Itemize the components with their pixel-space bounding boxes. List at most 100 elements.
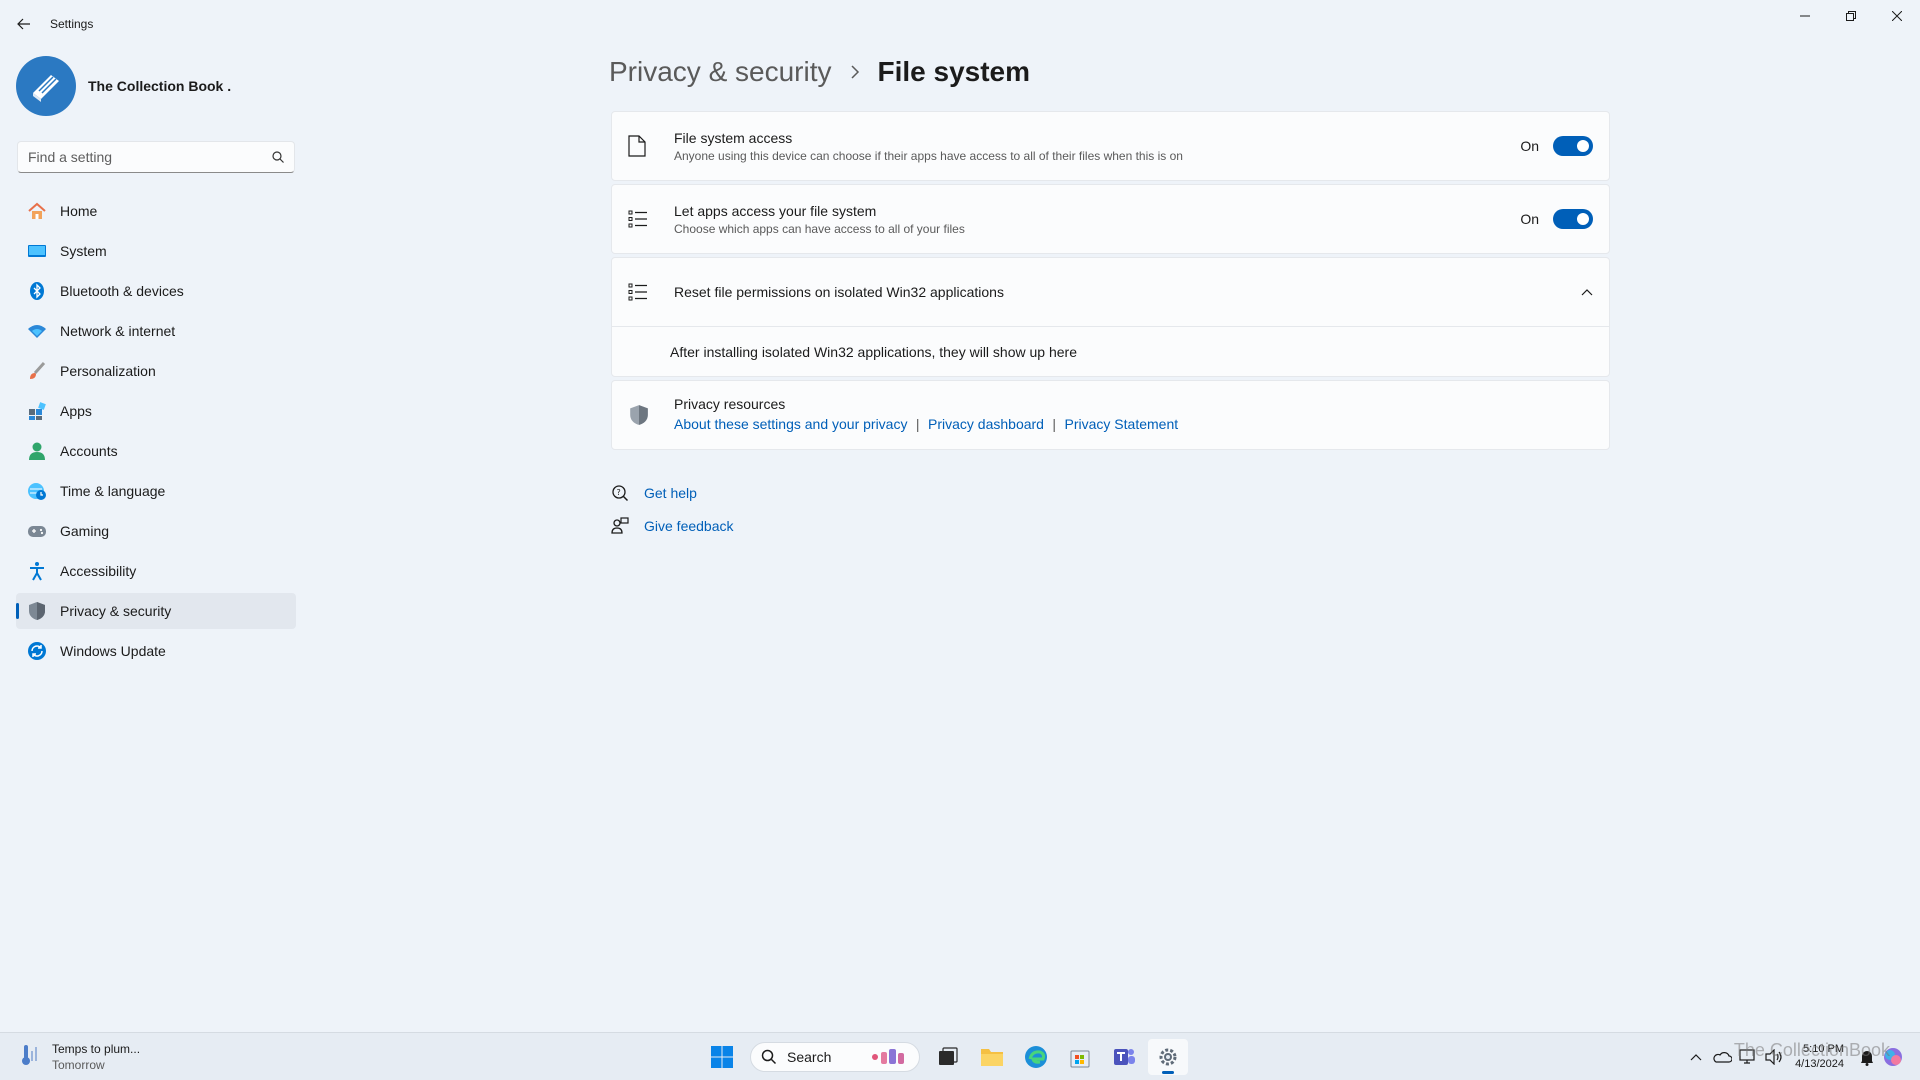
bluetooth-icon <box>26 280 48 302</box>
sidebar-item-windows-update[interactable]: Windows Update <box>16 633 296 669</box>
teams-button[interactable] <box>1104 1039 1144 1075</box>
setting-description: Anyone using this device can choose if t… <box>674 148 1183 163</box>
onedrive-icon[interactable] <box>1711 1039 1733 1075</box>
update-icon <box>26 640 48 662</box>
apps-icon <box>26 400 48 422</box>
globe-clock-icon <box>26 480 48 502</box>
search-icon <box>761 1049 777 1065</box>
feedback-icon <box>610 516 630 536</box>
restore-button[interactable] <box>1828 0 1874 32</box>
chevron-up-icon[interactable] <box>1685 1039 1707 1075</box>
give-feedback-row[interactable]: Give feedback <box>610 516 734 536</box>
close-icon <box>1892 11 1902 21</box>
toggle-state-label: On <box>1520 138 1539 154</box>
sidebar-item-accessibility[interactable]: Accessibility <box>16 553 296 589</box>
sidebar-item-accounts[interactable]: Accounts <box>16 433 296 469</box>
thermometer-icon <box>18 1043 40 1072</box>
folder-icon <box>981 1049 1003 1066</box>
profile-name: The Collection Book . <box>88 78 232 94</box>
close-button[interactable] <box>1874 0 1920 32</box>
search-input[interactable] <box>28 149 272 165</box>
privacy-resources-card: Privacy resources About these settings a… <box>611 380 1610 450</box>
app-title: Settings <box>50 17 94 31</box>
taskbar-search-label: Search <box>787 1049 832 1065</box>
reset-permissions-expander: Reset file permissions on isolated Win32… <box>611 257 1610 377</box>
file-explorer-button[interactable] <box>972 1039 1012 1075</box>
minimize-button[interactable] <box>1782 0 1828 32</box>
file-system-access-toggle[interactable] <box>1553 136 1593 156</box>
sidebar-item-personalization[interactable]: Personalization <box>16 353 296 389</box>
window-controls <box>1782 0 1920 32</box>
setting-title: File system access <box>674 129 793 146</box>
home-icon <box>26 200 48 222</box>
sidebar-item-label: Bluetooth & devices <box>60 283 184 299</box>
brush-icon <box>26 360 48 382</box>
back-arrow-icon <box>17 18 30 30</box>
task-view-button[interactable] <box>928 1039 968 1075</box>
setting-title: Reset file permissions on isolated Win32… <box>674 284 1004 300</box>
sidebar-item-label: Accounts <box>60 443 118 459</box>
gear-icon <box>1159 1048 1177 1066</box>
sidebar-item-network[interactable]: Network & internet <box>16 313 296 349</box>
sidebar-item-home[interactable]: Home <box>16 193 296 229</box>
file-system-access-card: File system access Anyone using this dev… <box>611 111 1610 181</box>
system-icon <box>26 240 48 262</box>
sidebar-item-label: System <box>60 243 107 259</box>
sidebar-item-label: Home <box>60 203 98 219</box>
sidebar-item-label: Network & internet <box>60 323 176 339</box>
page-title: File system <box>877 56 1031 87</box>
sidebar-item-time-language[interactable]: Time & language <box>16 473 296 509</box>
sidebar-item-privacy-security[interactable]: Privacy & security <box>16 593 296 629</box>
sidebar-item-label: Time & language <box>60 483 166 499</box>
start-button[interactable] <box>702 1039 742 1075</box>
sidebar-item-bluetooth[interactable]: Bluetooth & devices <box>16 273 296 309</box>
privacy-statement-link[interactable]: Privacy Statement <box>1065 416 1179 432</box>
setting-title: Let apps access your file system <box>674 202 877 219</box>
store-button[interactable] <box>1060 1039 1100 1075</box>
back-button[interactable] <box>12 12 36 36</box>
weather-subtitle: Tomorrow <box>52 1058 105 1072</box>
sidebar-item-apps[interactable]: Apps <box>16 393 296 429</box>
shield-icon <box>26 600 48 622</box>
about-privacy-link[interactable]: About these settings and your privacy <box>674 416 907 432</box>
settings-search[interactable] <box>17 141 295 173</box>
minimize-icon <box>1800 15 1810 17</box>
sidebar-item-label: Accessibility <box>60 563 137 579</box>
store-icon <box>1070 1050 1090 1068</box>
book-logo-icon <box>33 75 59 102</box>
sidebar-item-gaming[interactable]: Gaming <box>16 513 296 549</box>
edge-browser-button[interactable] <box>1016 1039 1056 1075</box>
get-help-link[interactable]: Get help <box>644 485 697 501</box>
sidebar-item-label: Privacy & security <box>60 603 172 619</box>
privacy-dashboard-link[interactable]: Privacy dashboard <box>928 416 1044 432</box>
sidebar-item-system[interactable]: System <box>16 233 296 269</box>
profile[interactable]: The Collection Book . <box>16 56 231 116</box>
shield-icon <box>628 404 656 426</box>
sidebar-item-label: Gaming <box>60 523 110 539</box>
weather-headline: Temps to plum... <box>52 1042 141 1056</box>
taskbar-search[interactable]: Search <box>750 1042 920 1072</box>
sidebar-item-label: Apps <box>60 403 92 419</box>
link-separator: | <box>915 416 920 432</box>
chevron-up-icon[interactable] <box>1581 283 1593 301</box>
expander-header[interactable]: Reset file permissions on isolated Win32… <box>612 258 1609 326</box>
link-separator: | <box>1052 416 1057 432</box>
chevron-right-icon <box>850 65 860 79</box>
apps-access-toggle[interactable] <box>1553 209 1593 229</box>
breadcrumb-parent[interactable]: Privacy & security <box>609 56 832 88</box>
search-icon <box>272 151 284 163</box>
task-view-icon <box>939 1047 958 1065</box>
title-bar: Settings <box>0 0 1920 48</box>
account-icon <box>26 440 48 462</box>
svg-text:?: ? <box>617 488 621 497</box>
give-feedback-link[interactable]: Give feedback <box>644 518 734 534</box>
weather-widget[interactable]: Temps to plum... Tomorrow <box>18 1041 140 1073</box>
sidebar-item-label: Personalization <box>60 363 156 379</box>
avatar <box>16 56 76 116</box>
search-highlight-icon <box>872 1049 904 1064</box>
windows-logo-icon <box>711 1046 733 1068</box>
get-help-row[interactable]: ? Get help <box>610 483 697 503</box>
taskbar: Temps to plum... Tomorrow Search 5:10 PM… <box>0 1032 1920 1080</box>
settings-app-button[interactable] <box>1148 1039 1188 1075</box>
setting-title: Privacy resources <box>674 396 786 412</box>
